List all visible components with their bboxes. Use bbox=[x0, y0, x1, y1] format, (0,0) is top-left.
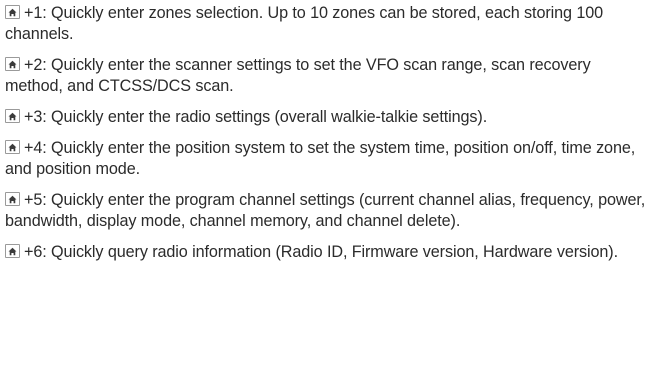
home-key-icon bbox=[5, 109, 20, 123]
shortcut-entry-3: +3: Quickly enter the radio settings (ov… bbox=[5, 107, 649, 128]
shortcut-entry-5: +5: Quickly enter the program channel se… bbox=[5, 190, 649, 232]
home-key-icon bbox=[5, 192, 20, 206]
home-key-icon bbox=[5, 244, 20, 258]
shortcut-entry-4: +4: Quickly enter the position system to… bbox=[5, 138, 649, 180]
home-key-icon bbox=[5, 5, 20, 19]
shortcut-text: +2: Quickly enter the scanner settings t… bbox=[5, 56, 591, 95]
shortcut-text: +5: Quickly enter the program channel se… bbox=[5, 191, 646, 230]
shortcut-list: +1: Quickly enter zones selection. Up to… bbox=[0, 0, 655, 263]
shortcut-entry-6: +6: Quickly query radio information (Rad… bbox=[5, 242, 649, 263]
shortcut-text: +1: Quickly enter zones selection. Up to… bbox=[5, 4, 604, 43]
shortcut-text: +6: Quickly query radio information (Rad… bbox=[24, 243, 618, 261]
shortcut-text: +4: Quickly enter the position system to… bbox=[5, 139, 636, 178]
home-key-icon bbox=[5, 140, 20, 154]
shortcut-entry-1: +1: Quickly enter zones selection. Up to… bbox=[5, 3, 649, 45]
home-key-icon bbox=[5, 57, 20, 71]
shortcut-text: +3: Quickly enter the radio settings (ov… bbox=[24, 108, 488, 126]
shortcut-entry-2: +2: Quickly enter the scanner settings t… bbox=[5, 55, 649, 97]
